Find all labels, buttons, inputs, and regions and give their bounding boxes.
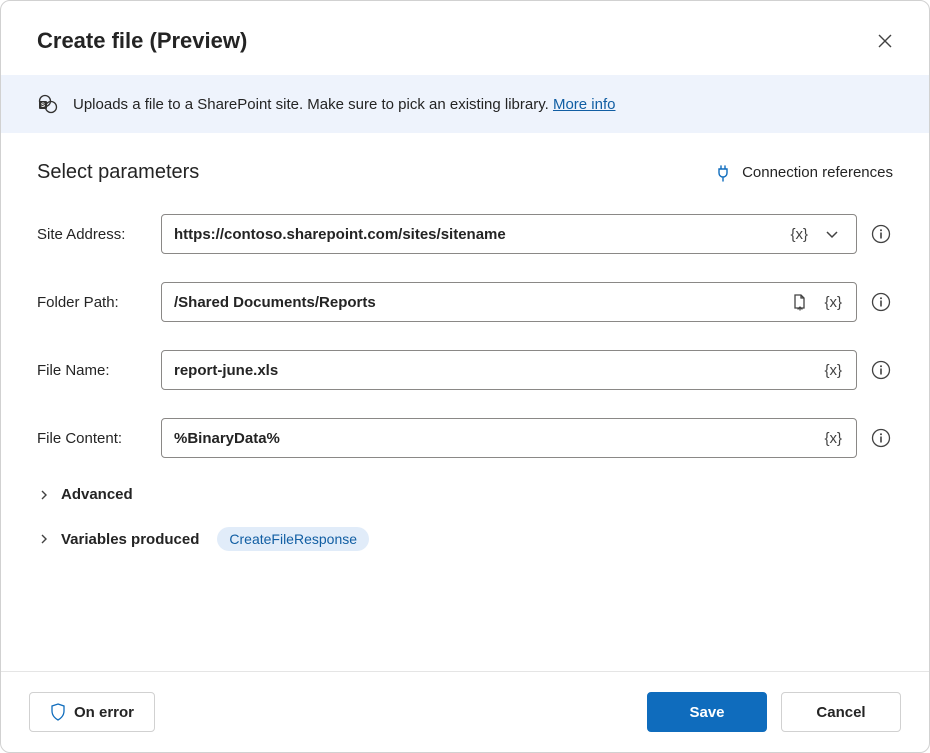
variables-produced-label: Variables produced <box>61 531 199 548</box>
variable-token-button[interactable]: {x} <box>786 224 812 245</box>
dialog-title: Create file (Preview) <box>37 28 247 54</box>
folder-path-info-button[interactable] <box>869 290 893 314</box>
more-info-link[interactable]: More info <box>553 96 616 113</box>
file-select-icon <box>791 293 809 311</box>
info-icon <box>871 360 891 380</box>
variable-token-button[interactable]: {x} <box>820 360 846 381</box>
file-name-label: File Name: <box>37 362 149 379</box>
connection-references-label: Connection references <box>742 164 893 181</box>
site-address-dropdown-button[interactable] <box>818 220 846 248</box>
file-name-info-button[interactable] <box>869 358 893 382</box>
info-icon <box>871 428 891 448</box>
file-content-label: File Content: <box>37 430 149 447</box>
dialog-footer: On error Save Cancel <box>1 671 929 752</box>
file-content-input[interactable] <box>174 430 816 447</box>
select-parameters-heading: Select parameters <box>37 161 199 184</box>
site-address-label: Site Address: <box>37 226 149 243</box>
site-address-info-button[interactable] <box>869 222 893 246</box>
save-button[interactable]: Save <box>647 692 767 732</box>
chevron-right-icon <box>37 488 51 502</box>
variable-chip[interactable]: CreateFileResponse <box>217 527 369 551</box>
info-banner: S Uploads a file to a SharePoint site. M… <box>1 75 929 133</box>
close-button[interactable] <box>869 25 901 57</box>
site-address-input[interactable] <box>174 226 782 243</box>
shield-icon <box>50 703 66 721</box>
plug-icon <box>714 164 732 182</box>
file-content-row: File Content: {x} <box>37 418 893 458</box>
info-icon <box>871 224 891 244</box>
site-address-input-wrapper[interactable]: {x} <box>161 214 857 254</box>
sharepoint-icon: S <box>37 93 59 115</box>
on-error-label: On error <box>74 704 134 721</box>
file-name-row: File Name: {x} <box>37 350 893 390</box>
folder-picker-button[interactable] <box>786 288 814 316</box>
file-name-input-wrapper[interactable]: {x} <box>161 350 857 390</box>
advanced-expander[interactable]: Advanced <box>37 486 893 503</box>
advanced-label: Advanced <box>61 486 133 503</box>
file-content-input-wrapper[interactable]: {x} <box>161 418 857 458</box>
chevron-right-icon <box>37 532 51 546</box>
site-address-row: Site Address: {x} <box>37 214 893 254</box>
dialog-header: Create file (Preview) <box>1 1 929 75</box>
variable-token-button[interactable]: {x} <box>820 428 846 449</box>
folder-path-input[interactable] <box>174 294 782 311</box>
info-icon <box>871 292 891 312</box>
cancel-button[interactable]: Cancel <box>781 692 901 732</box>
params-header: Select parameters Connection references <box>37 161 893 184</box>
file-content-info-button[interactable] <box>869 426 893 450</box>
file-name-input[interactable] <box>174 362 816 379</box>
variables-produced-expander[interactable]: Variables produced CreateFileResponse <box>37 527 893 551</box>
folder-path-row: Folder Path: {x} <box>37 282 893 322</box>
create-file-dialog: Create file (Preview) S Uploads a file t… <box>0 0 930 753</box>
on-error-button[interactable]: On error <box>29 692 155 732</box>
folder-path-input-wrapper[interactable]: {x} <box>161 282 857 322</box>
svg-text:S: S <box>41 103 45 109</box>
variable-token-button[interactable]: {x} <box>820 292 846 313</box>
banner-text: Uploads a file to a SharePoint site. Mak… <box>73 96 616 113</box>
dialog-content: Select parameters Connection references … <box>1 133 929 671</box>
connection-references-button[interactable]: Connection references <box>714 164 893 182</box>
folder-path-label: Folder Path: <box>37 294 149 311</box>
chevron-down-icon <box>825 227 839 241</box>
close-icon <box>877 33 893 49</box>
